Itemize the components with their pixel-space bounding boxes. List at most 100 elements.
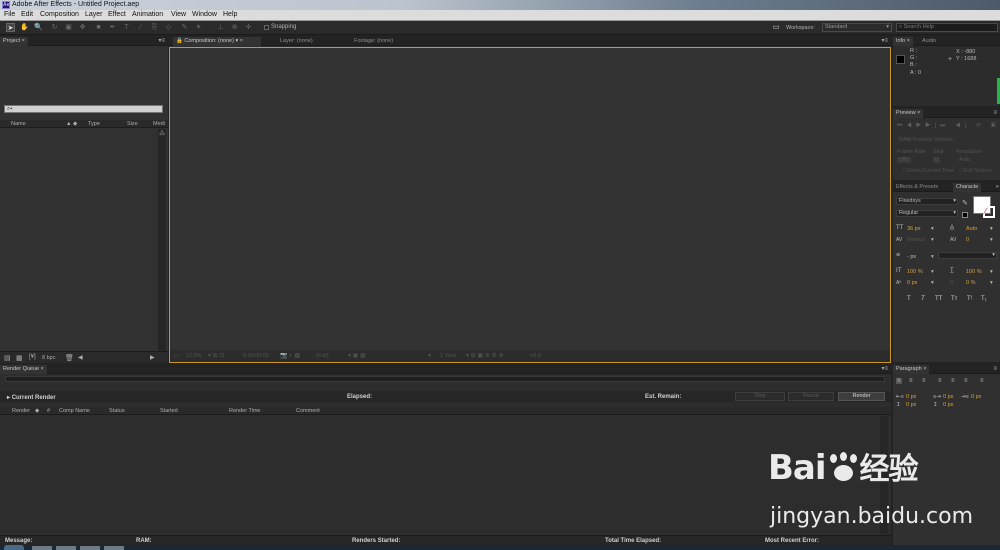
tsume-arrow[interactable]: ▾ — [990, 280, 993, 286]
faux-bold-button[interactable]: T — [907, 296, 911, 302]
frame-rate-select[interactable]: (30) — [897, 157, 911, 163]
menu-composition[interactable]: Composition — [40, 11, 79, 18]
tracking-arrow[interactable]: ▾ — [990, 237, 993, 243]
stroke-width-arrow[interactable]: ▾ — [931, 254, 934, 260]
selection-tool-icon[interactable]: ➤ — [6, 23, 15, 32]
all-caps-button[interactable]: TT — [935, 296, 942, 302]
col-comp-name[interactable]: Comp Name — [59, 408, 90, 414]
menu-layer[interactable]: Layer — [85, 11, 103, 18]
taskbar-item[interactable] — [104, 546, 124, 550]
indent-first-value[interactable]: 0 px — [971, 394, 981, 400]
character-menu-icon[interactable]: » — [996, 183, 999, 191]
space-before-value[interactable]: 0 px — [906, 402, 916, 408]
col-label-icon[interactable]: ◆ — [35, 408, 39, 414]
indent-right-value[interactable]: 0 px — [943, 394, 953, 400]
world-axis-icon[interactable]: ⊕ — [230, 23, 239, 32]
justify-all-icon[interactable]: ≡ — [980, 378, 984, 384]
taskbar-item[interactable] — [32, 546, 52, 550]
current-time-display[interactable]: 0:00:00:00 — [243, 353, 269, 359]
clone-tool-icon[interactable]: ⎘ — [150, 23, 159, 32]
col-number[interactable]: # — [47, 408, 50, 414]
leading-arrow[interactable]: ▾ — [990, 226, 993, 232]
skip-field[interactable]: 0 — [933, 157, 941, 163]
baseline-arrow[interactable]: ▾ — [931, 280, 934, 286]
workspace-select[interactable]: Standard ▾ — [822, 23, 892, 32]
justify-right-icon[interactable]: ≡ — [964, 378, 968, 384]
tab-paragraph[interactable]: Paragraph × — [893, 365, 930, 374]
current-render-label[interactable]: ▸ Current Render — [7, 394, 56, 401]
viewer-options-icons[interactable]: ▾ ⊞ ▣ ⊗ ⚙ ⊕ — [466, 352, 503, 359]
type-tool-icon[interactable]: T — [122, 23, 131, 32]
interpret-footage-icon[interactable]: ▤ — [4, 354, 11, 362]
col-started[interactable]: Started — [160, 408, 178, 414]
new-folder-icon[interactable]: ▦ — [16, 354, 23, 362]
render-button[interactable]: Render — [838, 392, 885, 401]
small-caps-button[interactable]: Tт — [951, 296, 957, 302]
menu-effect[interactable]: Effect — [108, 11, 126, 18]
pause-button[interactable]: Pause — [788, 392, 834, 401]
black-swatch[interactable] — [962, 212, 968, 218]
font-size-value[interactable]: 36 px — [907, 226, 920, 232]
tab-preview[interactable]: Preview × — [893, 109, 924, 118]
roto-brush-tool-icon[interactable]: ✎ — [180, 23, 189, 32]
align-center-icon[interactable]: ≡ — [909, 378, 913, 384]
superscript-button[interactable]: T¹ — [967, 296, 973, 302]
project-search-input[interactable]: ⌕▾ — [4, 105, 163, 113]
baseline-shift-value[interactable]: 0 px — [907, 280, 917, 286]
workspace-icon[interactable]: ▭ — [770, 23, 782, 32]
align-left-icon[interactable]: ≡ — [896, 378, 902, 384]
local-axis-icon[interactable]: ⊥ — [216, 23, 225, 32]
eyedropper-icon[interactable]: ✎ — [962, 199, 968, 207]
tab-footage[interactable]: Footage: (none) — [351, 37, 396, 46]
menu-file[interactable]: File — [4, 11, 15, 18]
brush-tool-icon[interactable]: ∕ — [136, 23, 145, 32]
tab-effects-presets[interactable]: Effects & Presets — [893, 183, 941, 192]
menu-edit[interactable]: Edit — [21, 11, 33, 18]
col-media[interactable]: Medi — [153, 121, 165, 127]
composition-viewer[interactable]: ▭ 12.5% ▾ ⊞ ⊡ 0:00:00:00 📷 ◐ ▩ (Full) ▾ … — [169, 47, 891, 363]
hand-tool-icon[interactable]: ✋ — [20, 23, 29, 32]
taskbar-item[interactable] — [56, 546, 76, 550]
justify-left-icon[interactable]: ≡ — [938, 378, 942, 384]
align-right-icon[interactable]: ≡ — [922, 378, 926, 384]
menu-help[interactable]: Help — [223, 11, 237, 18]
comp-panel-menu-icon[interactable]: ▾≡ — [881, 37, 888, 45]
safe-zones-icon[interactable]: ▾ ⊞ ⊡ — [208, 352, 224, 359]
col-render-time[interactable]: Render Time — [229, 408, 261, 414]
view-axis-icon[interactable]: ✛ — [244, 23, 253, 32]
col-comment[interactable]: Comment — [296, 408, 320, 414]
mask-tool-icon[interactable]: ■ — [94, 23, 103, 32]
vertical-scale-value[interactable]: 100 % — [907, 269, 923, 275]
view-layout-select[interactable]: 1 View — [440, 353, 456, 359]
full-screen-checkbox[interactable]: □ Full Screen — [959, 168, 992, 174]
trash-icon[interactable]: 🗑 — [65, 354, 74, 362]
region-of-interest-icon[interactable]: ▾ ▣ ▦ — [348, 352, 366, 359]
project-scrollbar[interactable]: ⁂ — [158, 129, 166, 351]
render-queue-menu-icon[interactable]: ▾≡ — [881, 365, 888, 373]
preview-menu-icon[interactable]: ≡ — [993, 109, 997, 117]
justify-center-icon[interactable]: ≡ — [951, 378, 955, 384]
snapshot-icon[interactable]: 📷 ◐ ▩ — [280, 352, 300, 359]
stroke-color-swatch[interactable]: ∕ — [983, 206, 995, 218]
puppet-tool-icon[interactable]: ✶ — [194, 23, 203, 32]
horizontal-scale-value[interactable]: 100 % — [966, 269, 982, 275]
tab-render-queue[interactable]: Render Queue × — [0, 365, 47, 374]
always-preview-icon[interactable]: ▭ — [174, 352, 180, 359]
label-icon[interactable]: ▲ ◆ — [66, 121, 77, 127]
flowchart-icon[interactable]: [¥] — [29, 354, 36, 360]
space-after-value[interactable]: 0 px — [943, 402, 953, 408]
tab-composition[interactable]: 🔒 Composition: (none) ▾ × — [173, 37, 261, 46]
font-family-select[interactable]: Fixedsys ▾ — [896, 198, 958, 205]
menu-window[interactable]: Window — [192, 11, 217, 18]
project-tab[interactable]: Project × — [0, 37, 28, 46]
resolution-select[interactable]: (Full) — [316, 353, 329, 359]
camera-tool-icon[interactable]: ▣ — [64, 23, 73, 32]
hscale-arrow[interactable]: ▾ — [990, 269, 993, 275]
panel-menu-icon[interactable]: ▾≡ — [158, 37, 165, 45]
col-size[interactable]: Size — [127, 121, 138, 127]
zoom-tool-icon[interactable]: 🔍 — [34, 23, 43, 32]
col-render[interactable]: Render — [12, 408, 30, 414]
ram-preview-options[interactable]: RAM Preview Options — [899, 137, 953, 143]
font-size-arrow[interactable]: ▾ — [931, 226, 934, 232]
subscript-button[interactable]: T₁ — [981, 296, 987, 302]
